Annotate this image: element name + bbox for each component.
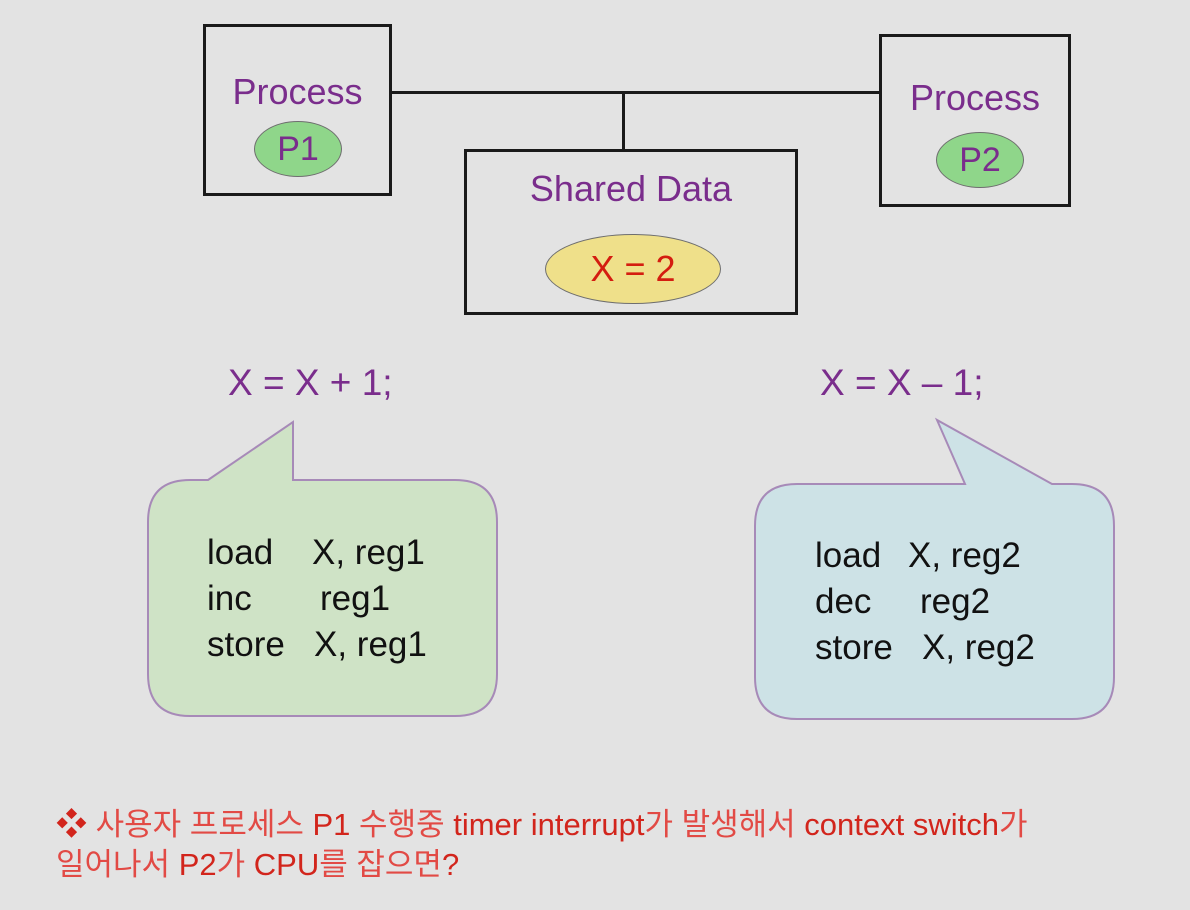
question-part: 가 xyxy=(998,807,1028,842)
code-args: reg1 xyxy=(320,579,391,618)
code-op: dec xyxy=(815,582,872,621)
code-op: load xyxy=(207,533,274,572)
code-line: load X, reg1 xyxy=(207,530,427,576)
question-part: 가 발생해서 xyxy=(644,807,796,842)
question-part: 를 잡으면 xyxy=(319,847,442,882)
question-text: ❖ 사용자 프로세스 P1 수행중 timer interrupt가 발생해서 … xyxy=(56,805,1176,885)
code-line: load X, reg2 xyxy=(815,533,1035,579)
code-args: X, reg2 xyxy=(908,536,1021,575)
code-args: reg2 xyxy=(920,582,991,621)
code-line: dec reg2 xyxy=(815,579,1035,625)
code-args: X, reg1 xyxy=(314,625,427,664)
code-line: inc reg1 xyxy=(207,576,427,622)
code-op: store xyxy=(207,625,285,664)
question-part: context switch xyxy=(795,807,999,842)
question-part: CPU xyxy=(245,847,320,882)
code-op: inc xyxy=(207,579,252,618)
question-line-1: ❖ 사용자 프로세스 P1 수행중 timer interrupt가 발생해서 … xyxy=(56,805,1176,845)
question-part: ? xyxy=(441,847,460,882)
p1-code-block: load X, reg1 inc reg1 store X, reg1 xyxy=(207,530,427,668)
question-part: timer interrupt xyxy=(444,807,645,842)
code-args: X, reg1 xyxy=(312,533,425,572)
p2-code-block: load X, reg2 dec reg2 store X, reg2 xyxy=(815,533,1035,671)
code-line: store X, reg2 xyxy=(815,625,1035,671)
question-line-2: 일어나서 P2가 CPU를 잡으면? xyxy=(56,845,1176,885)
question-part: 가 xyxy=(216,847,246,882)
question-part: P1 xyxy=(303,807,360,842)
question-part: P2 xyxy=(170,847,217,882)
code-op: store xyxy=(815,628,893,667)
question-part: 사용자 프로세스 xyxy=(95,807,304,842)
code-args: X, reg2 xyxy=(922,628,1035,667)
code-op: load xyxy=(815,536,882,575)
question-part: 수행중 xyxy=(359,807,445,842)
bullet-icon: ❖ xyxy=(56,807,87,842)
callout-bubbles xyxy=(147,417,1115,720)
question-part: 일어나서 xyxy=(56,847,171,882)
code-line: store X, reg1 xyxy=(207,622,427,668)
